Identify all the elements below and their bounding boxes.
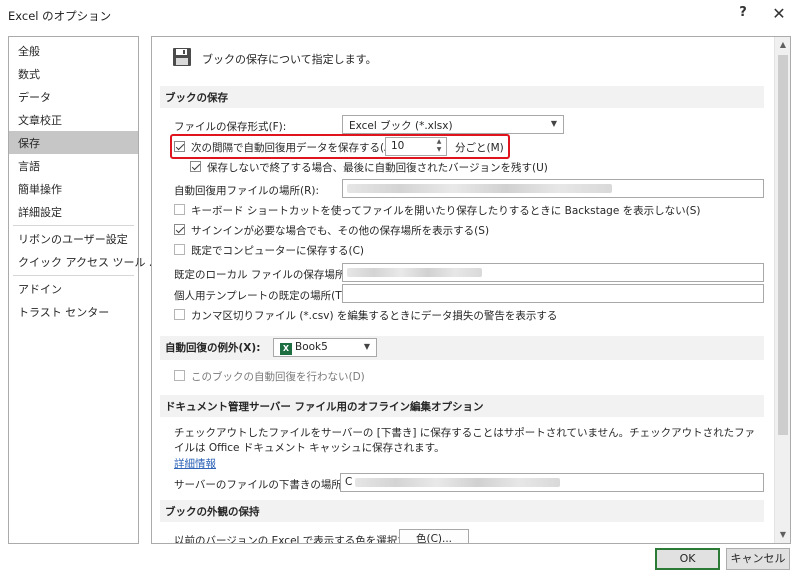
redacted-path [347,268,482,277]
excel-workbook-icon: X [280,343,292,355]
autorecover-exceptions-label: 自動回復の例外(X): [165,342,261,354]
save-to-computer-label: 既定でコンピューターに保存する(C) [191,245,365,257]
colors-button[interactable]: 色(C)... [399,529,469,543]
nav-divider [13,275,134,276]
spinner-arrows[interactable]: ▲ ▼ [434,138,444,155]
scroll-down-icon[interactable]: ▼ [775,527,790,543]
save-format-label: ファイルの保存形式(F): [174,121,287,133]
default-local-location-label: 既定のローカル ファイルの保存場所(I): [174,269,361,281]
section-save-workbooks: ブックの保存 [160,86,764,108]
nav-item-quick-access-toolbar[interactable]: クイック アクセス ツール バー [9,250,171,273]
colors-label-row: 以前のバージョンの Excel で表示する色を選択する: i [174,533,436,543]
options-nav: 全般 数式 データ 文章校正 保存 言語 簡単操作 詳細設定 リボンのユーザー設… [8,36,171,544]
autorecover-minutes-value: 10 [391,140,405,152]
autorecover-location-label: 自動回復用ファイルの場所(R): [174,185,320,197]
no-backstage-checkbox[interactable] [174,204,185,215]
offline-description: チェックアウトしたファイルをサーバーの [下書き] に保存することはサポートされ… [174,427,756,454]
autorecover-label: 次の間隔で自動回復用データを保存する(A): [191,142,399,154]
colors-label: 以前のバージョンの Excel で表示する色を選択する: [174,535,422,543]
nav-item-save[interactable]: 保存 [9,131,138,154]
nav-divider [13,225,134,226]
help-button[interactable]: ? [733,5,753,25]
drafts-location-label: サーバーのファイルの下書きの場所(V): [174,479,361,491]
nav-item-data[interactable]: データ [9,85,138,108]
nav-item-accessibility[interactable]: 簡単操作 [9,177,138,200]
nav-item-customize-ribbon[interactable]: リボンのユーザー設定 [9,227,138,250]
csv-warning-checkbox[interactable] [174,309,185,320]
keep-last-version-label: 保存しないで終了する場合、最後に自動回復されたバージョンを残す(U) [207,162,548,174]
csv-warning-label: カンマ区切りファイル (*.csv) を編集するときにデータ損失の警告を表示する [191,310,558,322]
close-button[interactable]: ✕ [768,4,790,26]
chevron-down-icon: ▼ [363,342,370,351]
show-additional-places-label: サインインが必要な場合でも、その他の保存場所を表示する(S) [191,225,490,237]
template-location-input[interactable] [342,284,764,303]
autorecover-minutes-spinner[interactable]: 10 ▲ ▼ [385,137,447,156]
redacted-path [355,478,560,487]
nav-item-formulas[interactable]: 数式 [9,62,138,85]
options-content-pane: ブックの保存について指定します。 ブックの保存 ファイルの保存形式(F): Ex… [151,36,791,544]
disable-autorecover-checkbox[interactable] [174,370,185,381]
no-backstage-label: キーボード ショートカットを使ってファイルを開いたり保存したりするときに Bac… [191,205,701,217]
autorecover-location-input[interactable] [342,179,764,198]
save-format-dropdown[interactable]: Excel ブック (*.xlsx) ▼ [342,115,564,134]
window-title: Excel のオプション [8,9,112,23]
section-preserve-appearance: ブックの外観の保持 [160,500,764,522]
minutes-label: 分ごと(M) [455,142,504,154]
keep-last-version-checkbox[interactable] [190,161,201,172]
redacted-path [347,184,612,193]
save-to-computer-checkbox[interactable] [174,244,185,255]
scrollbar-thumb[interactable] [778,55,788,435]
drafts-location-prefix: C [345,476,353,488]
nav-item-proofing[interactable]: 文章校正 [9,108,138,131]
autorecover-checkbox[interactable] [174,141,185,152]
exception-workbook-dropdown[interactable]: X Book5 ▼ [273,338,377,357]
disable-autorecover-label: このブックの自動回復を行わない(D) [191,371,365,383]
title-bar: Excel のオプション ? ✕ [0,0,800,32]
chevron-down-icon: ▼ [550,119,557,128]
spin-down-icon[interactable]: ▼ [437,146,442,153]
scroll-up-icon[interactable]: ▲ [775,37,790,53]
nav-item-trust-center[interactable]: トラスト センター [9,300,138,323]
drafts-location-input[interactable]: C [340,473,764,492]
nav-item-addins[interactable]: アドイン [9,277,138,300]
nav-item-general[interactable]: 全般 [9,39,138,62]
section-offline-editing: ドキュメント管理サーバー ファイル用のオフライン編集オプション [160,395,764,417]
nav-item-advanced[interactable]: 詳細設定 [9,200,138,223]
section-autorecover-exceptions: 自動回復の例外(X): [160,336,764,360]
default-local-location-input[interactable] [342,263,764,282]
template-location-label: 個人用テンプレートの既定の場所(T): [174,290,350,302]
nav-item-language[interactable]: 言語 [9,154,138,177]
save-format-value: Excel ブック (*.xlsx) [349,120,453,132]
spin-up-icon[interactable]: ▲ [437,138,442,145]
floppy-disk-icon [173,48,191,66]
cancel-button[interactable]: キャンセル [726,548,790,570]
details-link[interactable]: 詳細情報 [174,456,216,471]
exception-workbook-value: Book5 [295,341,328,353]
page-header: ブックの保存について指定します。 [202,53,377,66]
ok-button[interactable]: OK [655,548,720,570]
content-scrollbar[interactable]: ▲ ▼ [774,37,790,543]
show-additional-places-checkbox[interactable] [174,224,185,235]
